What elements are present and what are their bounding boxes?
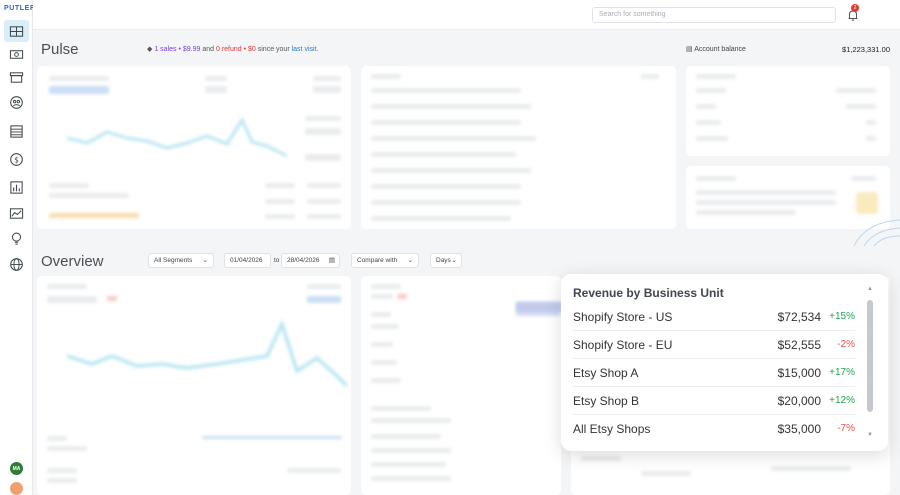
- sidebar-item-sales[interactable]: [4, 43, 29, 65]
- dollar-icon: $: [10, 152, 23, 166]
- user-avatar[interactable]: MA: [10, 462, 23, 475]
- date-to-input[interactable]: 28/04/2026 ▤: [281, 253, 340, 268]
- account-avatar[interactable]: [10, 482, 23, 495]
- overview-revenue-card: [37, 276, 351, 495]
- business-unit-change: -2%: [837, 339, 855, 350]
- notification-badge: 2: [851, 4, 859, 12]
- globe-icon: [10, 257, 23, 271]
- business-unit-revenue: $52,555: [777, 338, 821, 352]
- customers-icon: [10, 95, 23, 109]
- business-unit-change: +15%: [829, 311, 855, 322]
- business-unit-revenue: $72,534: [777, 310, 821, 324]
- account-balance-value: $1,223,331.00: [842, 45, 890, 54]
- pulse-title: Pulse: [41, 41, 79, 58]
- pulse-sales-card: [37, 66, 351, 229]
- pulse-summary: ◆ 1 sales • $9.99 and 0 refund • $0 sinc…: [147, 45, 318, 53]
- and-text: and: [202, 46, 215, 53]
- sidebar-item-trends[interactable]: [4, 202, 29, 224]
- account-balance-label: ▤ Account balance: [686, 46, 746, 53]
- decorative-arcs: [853, 219, 900, 246]
- business-unit-revenue: $15,000: [777, 366, 821, 380]
- pulse-stats-card: [686, 66, 890, 156]
- business-unit-name: Etsy Shop B: [573, 394, 640, 408]
- business-unit-name: Shopify Store - US: [573, 310, 673, 324]
- popup-title: Revenue by Business Unit: [573, 286, 724, 300]
- analytics-icon: [10, 180, 23, 194]
- business-unit-row[interactable]: Shopify Store - US $72,534 +15%: [573, 303, 855, 331]
- bank-icon: ▤: [686, 46, 693, 53]
- chevron-down-icon: ⌄: [451, 257, 457, 264]
- search-input[interactable]: Search for something: [592, 7, 836, 23]
- refund-summary: 0 refund • $0: [215, 46, 256, 53]
- scroll-up-arrow-icon[interactable]: ▲: [867, 286, 873, 292]
- business-unit-row[interactable]: Shopify Store - EU $52,555 -2%: [573, 331, 855, 359]
- pulse-bell-icon: ◆: [147, 46, 153, 53]
- overview-title: Overview: [41, 253, 104, 270]
- sidebar-item-customers[interactable]: [4, 91, 29, 113]
- business-unit-row[interactable]: Etsy Shop B $20,000 +12%: [573, 387, 855, 415]
- app-logo: PUTLER: [4, 5, 36, 12]
- dashboard-icon: [9, 25, 24, 37]
- business-unit-row[interactable]: Etsy Shop A $15,000 +17%: [573, 359, 855, 387]
- business-unit-name: All Etsy Shops: [573, 422, 651, 436]
- sidebar: PUTLER $ MA: [0, 0, 36, 495]
- blurred-bar: [516, 302, 560, 316]
- business-unit-change: +12%: [829, 395, 855, 406]
- lightbulb-icon: [11, 232, 22, 245]
- business-unit-change: +17%: [829, 367, 855, 378]
- sidebar-item-revenue[interactable]: $: [4, 148, 29, 170]
- sidebar-item-analytics[interactable]: [4, 176, 29, 198]
- last-visit-link[interactable]: last visit.: [292, 46, 319, 53]
- chevron-down-icon: ⌄: [202, 257, 208, 264]
- business-unit-change: -7%: [837, 423, 855, 434]
- money-icon: [9, 49, 24, 59]
- date-from-input[interactable]: 01/04/2026: [224, 253, 271, 268]
- date-to-label: to: [274, 257, 280, 264]
- scrollbar-thumb[interactable]: [867, 300, 873, 412]
- sales-summary: 1 sales • $9.99: [154, 46, 201, 53]
- sidebar-item-dashboard[interactable]: [4, 20, 29, 42]
- pulse-activity-card: [361, 66, 676, 229]
- business-unit-row[interactable]: All Etsy Shops $35,000 -7%: [573, 415, 855, 443]
- revenue-by-business-unit-popup: Revenue by Business Unit Shopify Store -…: [561, 274, 888, 451]
- business-unit-name: Etsy Shop A: [573, 366, 639, 380]
- since-text: since your: [257, 46, 290, 53]
- sidebar-item-global[interactable]: [4, 253, 29, 275]
- sidebar-item-archive[interactable]: [4, 66, 29, 88]
- list-icon: [10, 124, 23, 138]
- calendar-icon: ▤: [328, 257, 335, 264]
- archive-icon: [9, 71, 24, 83]
- business-unit-revenue: $35,000: [777, 422, 821, 436]
- sidebar-item-insights[interactable]: [4, 227, 29, 249]
- compare-select[interactable]: Compare with ⌄: [351, 253, 419, 268]
- business-unit-name: Shopify Store - EU: [573, 338, 673, 352]
- trend-chart-icon: [9, 207, 24, 219]
- business-unit-revenue: $20,000: [777, 394, 821, 408]
- sidebar-item-list[interactable]: [4, 120, 29, 142]
- segment-select[interactable]: All Segments ⌄: [148, 253, 214, 268]
- scroll-down-arrow-icon[interactable]: ▼: [867, 432, 873, 438]
- granularity-select[interactable]: Days ⌄: [430, 253, 462, 268]
- svg-text:$: $: [14, 155, 19, 164]
- chevron-down-icon: ⌄: [407, 257, 413, 264]
